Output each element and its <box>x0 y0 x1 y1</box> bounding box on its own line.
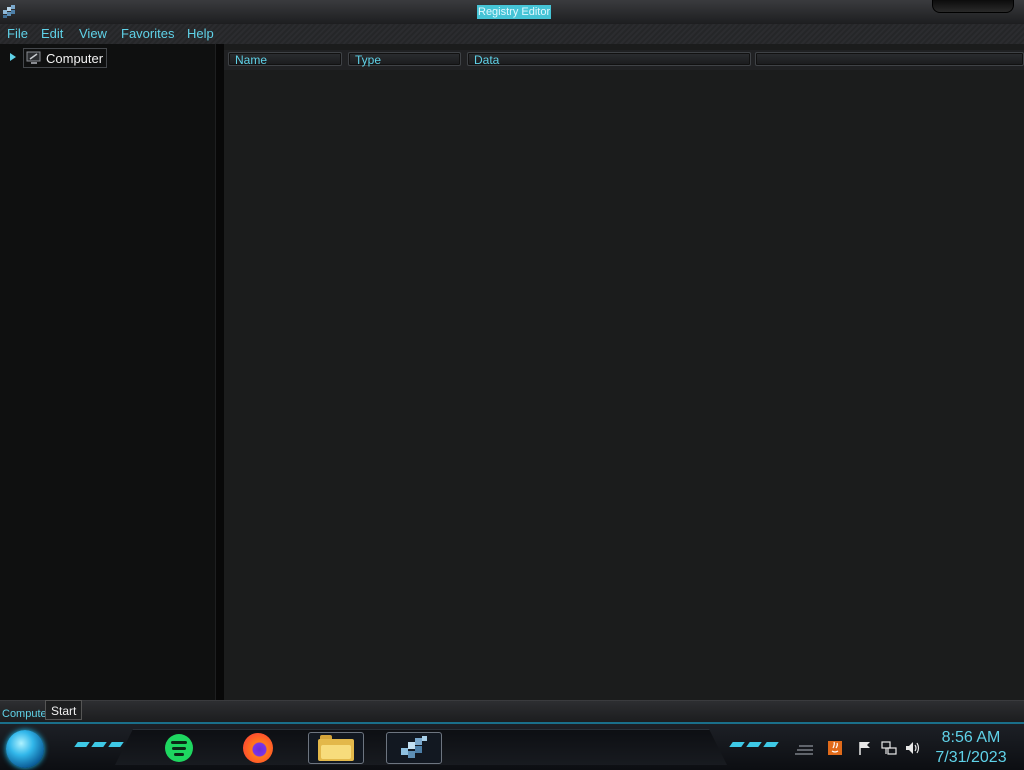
column-header-bar: Name Type Data <box>224 50 1024 70</box>
registry-editor-app-icon[interactable] <box>2 3 18 19</box>
column-header-extra[interactable] <box>755 52 1024 66</box>
window-title: Registry Editor <box>477 5 552 19</box>
taskbar-decoration-right <box>729 742 779 748</box>
start-tooltip: Start <box>45 700 83 720</box>
menu-favorites[interactable]: Favorites <box>121 26 174 42</box>
window-controls[interactable] <box>932 0 1014 13</box>
menu-file[interactable]: File <box>7 26 28 42</box>
values-list-pane[interactable]: Name Type Data <box>224 44 1024 700</box>
volume-icon[interactable] <box>905 740 921 756</box>
taskbar-registry-editor[interactable] <box>386 732 442 764</box>
taskbar-firefox[interactable] <box>230 732 286 764</box>
network-icon[interactable] <box>881 740 897 756</box>
taskbar: 8:56 AM 7/31/2023 <box>0 722 1024 770</box>
registry-editor-icon <box>401 736 427 758</box>
menu-help[interactable]: Help <box>187 26 214 42</box>
menu-view[interactable]: View <box>79 26 107 42</box>
column-header-type[interactable]: Type <box>348 52 461 67</box>
java-update-icon[interactable] <box>827 740 843 756</box>
spotify-icon <box>165 734 193 762</box>
menu-bar: File Edit View Favorites Help <box>0 24 1024 44</box>
tree-node-label: Computer <box>46 50 104 66</box>
expand-arrow-icon[interactable] <box>8 52 18 62</box>
computer-icon <box>26 51 41 64</box>
start-button[interactable] <box>6 730 44 768</box>
taskbar-file-explorer[interactable] <box>308 732 364 764</box>
column-header-name[interactable]: Name <box>228 52 342 67</box>
taskbar-spotify[interactable] <box>151 732 207 764</box>
title-bar[interactable]: Registry Editor <box>0 0 1024 25</box>
tree-pane[interactable]: Computer <box>0 44 215 700</box>
file-explorer-icon <box>318 735 354 761</box>
clock-date[interactable]: 7/31/2023 <box>930 749 1012 767</box>
column-header-data[interactable]: Data <box>467 52 751 67</box>
taskbar-decoration-left <box>74 742 124 748</box>
show-hidden-icons[interactable] <box>795 740 815 756</box>
firefox-icon <box>243 733 273 763</box>
clock-time[interactable]: 8:56 AM <box>930 729 1012 747</box>
status-bar: Computer <box>0 700 1024 723</box>
tree-node-computer[interactable]: Computer <box>23 48 108 68</box>
action-center-flag-icon[interactable] <box>857 740 873 756</box>
pane-splitter[interactable] <box>215 44 224 700</box>
menu-edit[interactable]: Edit <box>41 26 63 42</box>
status-path: Computer <box>2 708 46 720</box>
